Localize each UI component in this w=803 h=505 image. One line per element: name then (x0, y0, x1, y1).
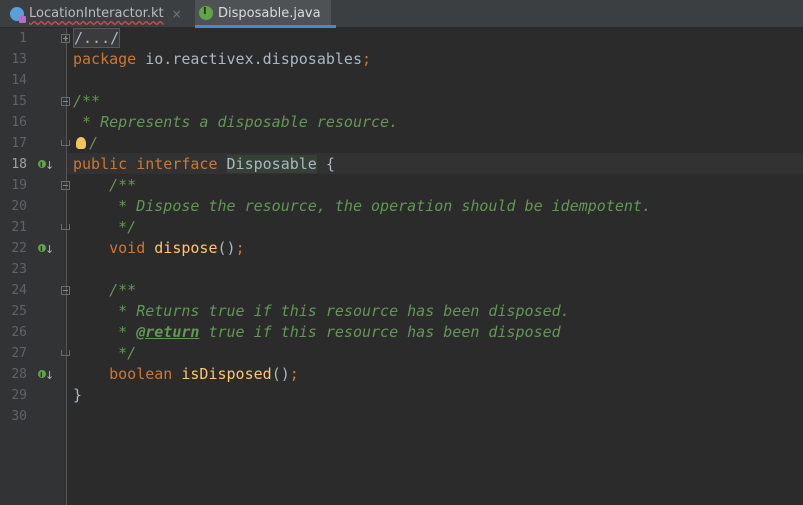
implemented-by-icon[interactable]: ↓ (38, 365, 54, 386)
comment: true if this resource has been disposed (199, 323, 561, 341)
line-number: 28 (11, 367, 27, 382)
line-number: 27 (11, 346, 27, 361)
code-line: /.../ (73, 28, 121, 49)
code-line: /** (73, 91, 100, 112)
comment: * Returns true if this resource has been… (73, 302, 570, 320)
lightbulb-icon[interactable] (76, 137, 86, 149)
line-number: 15 (11, 94, 27, 109)
line-number: 16 (11, 115, 27, 130)
keyword: interface (136, 155, 218, 173)
line-number-gutter[interactable]: 1 13 14 15 16 17 18↓ 19 20 21 22↓ 23 24 … (0, 28, 70, 505)
line-number: 19 (11, 178, 27, 193)
code-line: public interface Disposable { (73, 154, 335, 175)
code-editor[interactable]: /.../ package io.reactivex.disposables; … (67, 28, 803, 505)
brace: } (73, 386, 83, 404)
comment: * (73, 323, 137, 341)
implemented-by-icon[interactable]: ↓ (38, 239, 54, 260)
code-line: } (73, 385, 82, 406)
line-number: 14 (11, 73, 27, 88)
semicolon: ; (235, 239, 245, 257)
line-number: 13 (11, 52, 27, 67)
brace: { (316, 155, 335, 173)
keyword: boolean (73, 365, 173, 383)
code-line: * @return true if this resource has been… (73, 322, 561, 343)
line-number: 24 (11, 283, 27, 298)
line-number: 21 (11, 220, 27, 235)
line-number: 18 (11, 157, 27, 172)
method-name: isDisposed (181, 365, 272, 383)
keyword: public (73, 155, 128, 173)
line-number: 30 (11, 409, 27, 424)
tab-disposable-java[interactable]: Disposable.java (195, 0, 331, 26)
close-icon[interactable]: × (172, 7, 182, 21)
line-number: 20 (11, 199, 27, 214)
code-line: * Dispose the resource, the operation sh… (73, 196, 651, 217)
code-line: / (73, 133, 98, 154)
code-line: */ (73, 217, 136, 238)
comment: * Dispose the resource, the operation sh… (73, 197, 651, 215)
parens: () (271, 365, 290, 383)
code-line: void dispose(); (73, 238, 245, 259)
kotlin-file-icon (10, 6, 26, 23)
line-number: 1 (19, 31, 27, 46)
code-line: /** (73, 175, 136, 196)
implemented-by-icon[interactable]: ↓ (38, 155, 54, 176)
comment: /** (73, 281, 137, 299)
code-line: */ (73, 343, 136, 364)
javadoc-tag: @return (136, 323, 200, 341)
semicolon: ; (362, 50, 372, 68)
code-line: /** (73, 280, 136, 301)
line-number: 29 (11, 388, 27, 403)
tab-label: Disposable.java (218, 5, 321, 21)
keyword: package (73, 50, 137, 68)
tab-location-interactor[interactable]: LocationInteractor.kt × (10, 0, 182, 27)
interface-name: Disposable (226, 155, 317, 173)
comment: * Represents a disposable resource. (73, 113, 399, 131)
parens: () (217, 239, 236, 257)
tab-label: LocationInteractor.kt (29, 6, 164, 21)
keyword: void (73, 239, 146, 257)
semicolon: ; (289, 365, 299, 383)
comment: /** (73, 176, 137, 194)
comment: */ (73, 218, 137, 236)
comment: /** (73, 92, 101, 110)
method-name: dispose (154, 239, 218, 257)
editor-tab-bar: LocationInteractor.kt × Disposable.java (0, 0, 803, 28)
code-line: * Returns true if this resource has been… (73, 301, 570, 322)
java-interface-icon (199, 6, 213, 20)
package-name: io.reactivex.disposables (136, 50, 362, 68)
code-line: package io.reactivex.disposables; (73, 49, 371, 70)
line-number: 22 (11, 241, 27, 256)
line-number: 17 (11, 136, 27, 151)
comment: / (89, 134, 99, 152)
line-number: 26 (11, 325, 27, 340)
comment: */ (73, 344, 137, 362)
line-number: 23 (11, 262, 27, 277)
code-line: boolean isDisposed(); (73, 364, 299, 385)
collapsed-region[interactable]: /.../ (73, 28, 121, 48)
code-line: * Represents a disposable resource. (73, 112, 398, 133)
line-number: 25 (11, 304, 27, 319)
